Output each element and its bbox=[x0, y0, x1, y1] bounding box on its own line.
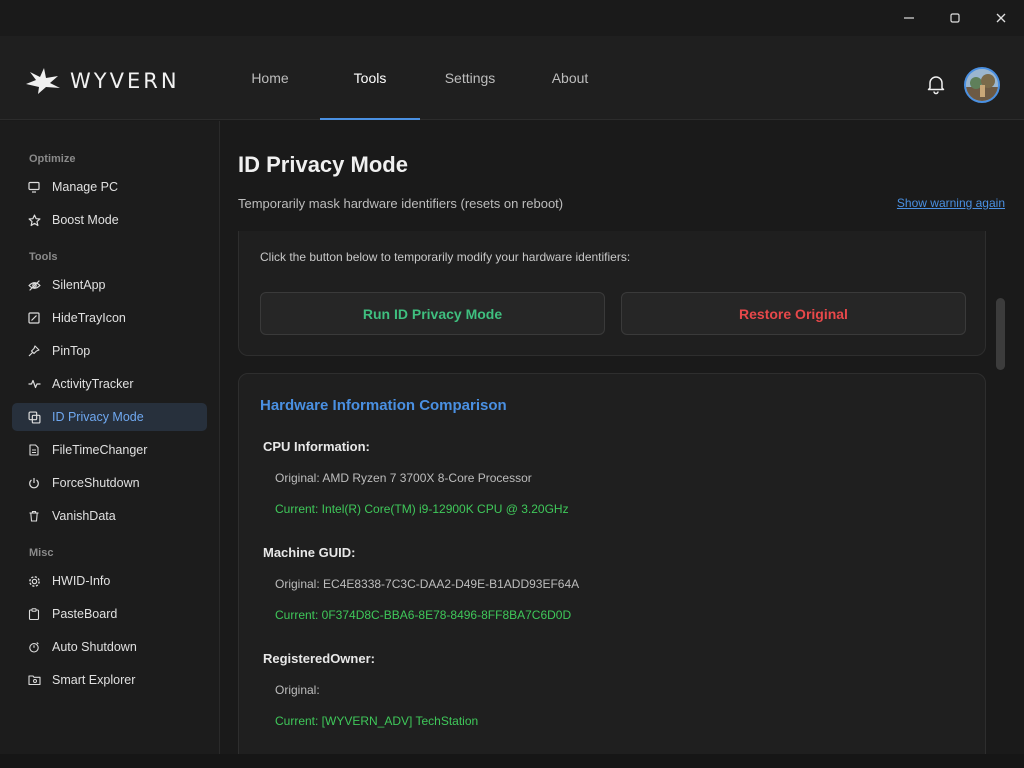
instruction-text: Click the button below to temporarily mo… bbox=[260, 250, 631, 264]
sidebar-item-label: HWID-Info bbox=[52, 574, 111, 588]
sidebar-item-silentapp[interactable]: SilentApp bbox=[12, 271, 207, 299]
cpu-current: Current: Intel(R) Core(TM) i9-12900K CPU… bbox=[275, 502, 569, 516]
sidebar-item-label: Smart Explorer bbox=[52, 673, 136, 687]
nav-active-indicator bbox=[320, 118, 420, 120]
main-content: ID Privacy Mode Temporarily mask hardwar… bbox=[221, 121, 1024, 754]
restore-original-button[interactable]: Restore Original bbox=[621, 292, 966, 335]
sidebar-item-forceshutdown[interactable]: ForceShutdown bbox=[12, 469, 207, 497]
gear-icon bbox=[27, 574, 41, 588]
page-subtitle: Temporarily mask hardware identifiers (r… bbox=[238, 196, 564, 211]
folder-search-icon bbox=[27, 673, 41, 687]
cpu-original: Original: AMD Ryzen 7 3700X 8-Core Proce… bbox=[275, 471, 532, 485]
sidebar-item-label: PasteBoard bbox=[52, 607, 118, 621]
maximize-icon bbox=[950, 13, 960, 23]
sidebar-item-boost-mode[interactable]: Boost Mode bbox=[12, 206, 207, 234]
minimize-icon bbox=[904, 17, 914, 19]
nav-about[interactable]: About bbox=[520, 36, 620, 120]
nav-tools[interactable]: Tools bbox=[320, 36, 420, 120]
activity-icon bbox=[27, 377, 41, 391]
sidebar-item-label: VanishData bbox=[52, 509, 116, 523]
sidebar-item-vanishdata[interactable]: VanishData bbox=[12, 502, 207, 530]
notifications-button[interactable] bbox=[924, 72, 948, 96]
sidebar-item-id-privacy-mode[interactable]: ID Privacy Mode bbox=[12, 403, 207, 431]
show-warning-link[interactable]: Show warning again bbox=[897, 196, 1005, 210]
main-scrollbar-thumb[interactable] bbox=[996, 298, 1005, 370]
owner-group-title: RegisteredOwner: bbox=[263, 651, 375, 666]
sidebar-section-tools: Tools bbox=[29, 251, 58, 263]
sidebar-item-pasteboard[interactable]: PasteBoard bbox=[12, 600, 207, 628]
sidebar-item-activitytracker[interactable]: ActivityTracker bbox=[12, 370, 207, 398]
sidebar-item-label: HideTrayIcon bbox=[52, 311, 126, 325]
page-title: ID Privacy Mode bbox=[238, 152, 408, 177]
copy-icon bbox=[27, 410, 41, 424]
owner-current: Current: [WYVERN_ADV] TechStation bbox=[275, 714, 479, 728]
nav-settings[interactable]: Settings bbox=[420, 36, 520, 120]
title-bar bbox=[0, 0, 1024, 36]
sidebar-item-hwid-info[interactable]: HWID-Info bbox=[12, 567, 207, 595]
power-icon bbox=[27, 476, 41, 490]
monitor-icon bbox=[27, 180, 41, 194]
nav-home[interactable]: Home bbox=[220, 36, 320, 120]
wyvern-logo-icon bbox=[26, 68, 60, 94]
cpu-group-title: CPU Information: bbox=[263, 439, 370, 454]
comparison-card: Hardware Information Comparison CPU Info… bbox=[238, 373, 986, 754]
sidebar-item-filetimechanger[interactable]: FileTimeChanger bbox=[12, 436, 207, 464]
trash-icon bbox=[27, 509, 41, 523]
window-bottom-edge bbox=[0, 754, 1024, 768]
sidebar-item-smart-explorer[interactable]: Smart Explorer bbox=[12, 666, 207, 694]
eye-off-icon bbox=[27, 278, 41, 292]
clipboard-icon bbox=[27, 607, 41, 621]
close-button[interactable] bbox=[978, 0, 1024, 36]
app-logo[interactable]: WYVERN bbox=[24, 66, 180, 96]
star-icon bbox=[27, 213, 41, 227]
sidebar: Optimize Manage PC Boost Mode Tools Sile… bbox=[0, 121, 220, 754]
logo-text: WYVERN bbox=[70, 69, 180, 93]
sidebar-item-label: ID Privacy Mode bbox=[52, 410, 144, 424]
minimize-button[interactable] bbox=[886, 0, 932, 36]
sidebar-item-label: Manage PC bbox=[52, 180, 119, 194]
sidebar-item-label: FileTimeChanger bbox=[52, 443, 148, 457]
sidebar-section-optimize: Optimize bbox=[29, 153, 76, 165]
close-icon bbox=[996, 13, 1006, 23]
owner-original: Original: bbox=[275, 683, 320, 697]
bell-icon bbox=[927, 76, 945, 95]
pin-icon bbox=[27, 344, 41, 358]
sidebar-section-misc: Misc bbox=[29, 547, 54, 559]
sidebar-item-label: PinTop bbox=[52, 344, 91, 358]
sidebar-item-hidetrayicon[interactable]: HideTrayIcon bbox=[12, 304, 207, 332]
guid-original: Original: EC4E8338-7C3C-DAA2-D49E-B1ADD9… bbox=[275, 577, 580, 591]
sidebar-item-label: Auto Shutdown bbox=[52, 640, 137, 654]
guid-group-title: Machine GUID: bbox=[263, 545, 356, 560]
sidebar-item-label: ActivityTracker bbox=[52, 377, 134, 391]
sidebar-item-pintop[interactable]: PinTop bbox=[12, 337, 207, 365]
sidebar-item-label: Boost Mode bbox=[52, 213, 119, 227]
user-avatar[interactable] bbox=[964, 67, 1000, 103]
tray-icon bbox=[27, 311, 41, 325]
comparison-title: Hardware Information Comparison bbox=[260, 397, 507, 414]
sidebar-item-auto-shutdown[interactable]: Auto Shutdown bbox=[12, 633, 207, 661]
file-icon bbox=[27, 443, 41, 457]
app-header: WYVERN Home Tools Settings About bbox=[0, 36, 1024, 120]
timer-icon bbox=[27, 640, 41, 654]
maximize-button[interactable] bbox=[932, 0, 978, 36]
sidebar-item-label: ForceShutdown bbox=[52, 476, 140, 490]
sidebar-item-label: SilentApp bbox=[52, 278, 106, 292]
run-id-privacy-button[interactable]: Run ID Privacy Mode bbox=[260, 292, 605, 335]
action-card: Click the button below to temporarily mo… bbox=[238, 231, 986, 356]
avatar-image bbox=[966, 69, 998, 101]
guid-current: Current: 0F374D8C-BBA6-8E78-8496-8FF8BA7… bbox=[275, 608, 572, 622]
sidebar-item-manage-pc[interactable]: Manage PC bbox=[12, 173, 207, 201]
